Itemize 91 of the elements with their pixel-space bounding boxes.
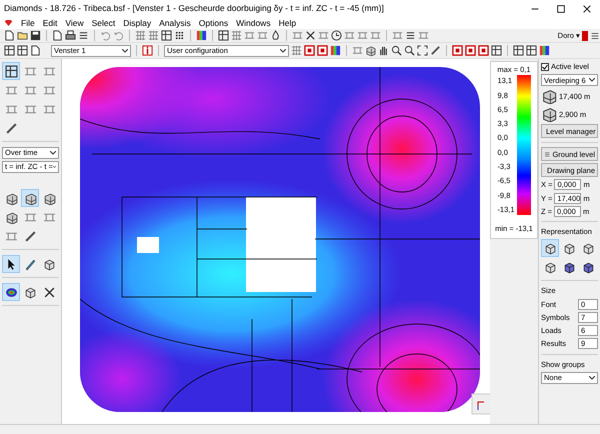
printer-icon[interactable] xyxy=(65,30,76,41)
frame-icon xyxy=(4,64,18,78)
beam-icon xyxy=(42,84,56,96)
beam-icon xyxy=(24,84,36,96)
beam-icon xyxy=(24,64,36,78)
menu-item[interactable]: File xyxy=(21,16,35,30)
building-icon xyxy=(4,210,18,224)
document-icon[interactable] xyxy=(30,45,41,56)
beam-icon xyxy=(24,102,36,116)
square-icon[interactable] xyxy=(452,45,463,56)
building-icon xyxy=(4,192,18,204)
square-icon[interactable] xyxy=(465,45,476,56)
building-icon xyxy=(24,192,36,204)
info-icon[interactable] xyxy=(142,45,153,56)
cube-icon xyxy=(582,260,594,274)
caret-icon xyxy=(122,48,128,52)
color-bar-icon[interactable] xyxy=(196,30,207,41)
cube-icon xyxy=(562,242,576,255)
grid-icon[interactable] xyxy=(291,45,302,56)
cube-icon xyxy=(582,242,594,255)
frame-icon[interactable] xyxy=(17,45,28,56)
color-bar-icon[interactable] xyxy=(539,45,550,56)
zoom-icon[interactable] xyxy=(404,45,415,56)
maximize-icon[interactable] xyxy=(556,4,566,14)
color-map-icon xyxy=(4,286,18,298)
frame-icon[interactable] xyxy=(513,45,524,56)
grid-icon[interactable] xyxy=(135,30,146,41)
clock-icon[interactable] xyxy=(331,30,342,41)
tool-button[interactable] xyxy=(2,283,20,301)
frame-icon[interactable] xyxy=(491,45,502,56)
square-icon[interactable] xyxy=(304,45,315,56)
caret-icon xyxy=(52,165,56,169)
beam-icon xyxy=(42,210,56,224)
window-title: Diamonds - 18.726 - Tribeca.bsf - [Venster 1 - Gescheurde doorbuiging δy - t = inf. ZC - t = -45 (mm)] xyxy=(4,2,385,15)
beam-icon xyxy=(24,210,36,224)
menu-item[interactable]: Options xyxy=(198,16,228,30)
cube-icon xyxy=(562,260,576,274)
frame-icon[interactable] xyxy=(161,30,172,41)
cube-icon xyxy=(24,286,36,298)
color-bar-icon[interactable] xyxy=(330,45,341,56)
caret-icon xyxy=(589,376,595,380)
building-icon[interactable] xyxy=(365,45,376,56)
zoom-icon[interactable] xyxy=(391,45,402,56)
cross-icon[interactable] xyxy=(305,30,316,41)
frame-icon[interactable] xyxy=(218,30,229,41)
opening xyxy=(137,237,159,253)
menu-item[interactable]: Analysis xyxy=(159,16,191,30)
caret-icon xyxy=(50,151,56,155)
beam-icon xyxy=(42,102,56,116)
color-swatch-icon[interactable] xyxy=(582,30,588,40)
beam-icon xyxy=(4,102,18,116)
building-icon xyxy=(42,192,56,204)
beam-icon[interactable] xyxy=(357,30,368,41)
caret-icon xyxy=(280,48,286,52)
close-icon[interactable] xyxy=(582,4,592,14)
list-icon xyxy=(544,150,550,159)
beam-icon[interactable] xyxy=(244,30,255,41)
grid-icon[interactable] xyxy=(231,30,242,41)
frame-icon[interactable] xyxy=(4,45,15,56)
menu-item[interactable]: View xyxy=(65,16,84,30)
beam-icon xyxy=(4,84,18,96)
active-level-checkbox[interactable] xyxy=(541,62,549,71)
square-icon[interactable] xyxy=(478,45,489,56)
cross-icon xyxy=(42,286,56,298)
beam-icon xyxy=(42,64,56,78)
tool-button[interactable] xyxy=(2,62,20,80)
dot-grid-icon[interactable] xyxy=(174,30,185,41)
cube-icon xyxy=(42,258,56,270)
building-icon xyxy=(541,106,557,122)
menu-item[interactable]: Windows xyxy=(236,16,271,30)
list-icon[interactable] xyxy=(78,30,89,41)
tool-button[interactable] xyxy=(21,189,39,207)
grid-icon[interactable] xyxy=(148,30,159,41)
list-icon[interactable] xyxy=(590,30,600,40)
frame-icon[interactable] xyxy=(526,45,537,56)
cube-icon xyxy=(544,242,556,255)
caret-icon xyxy=(589,78,595,82)
building-icon xyxy=(541,88,557,104)
beam-icon[interactable] xyxy=(370,30,381,41)
menu-item[interactable]: Select xyxy=(92,16,116,30)
menu-item[interactable]: Help xyxy=(278,16,296,30)
tool-button[interactable] xyxy=(2,255,20,273)
beam-icon xyxy=(4,230,18,242)
representation-button[interactable] xyxy=(541,239,559,258)
menu-item[interactable]: Display xyxy=(123,16,152,30)
expand-icon[interactable] xyxy=(417,45,428,56)
list-icon[interactable] xyxy=(405,30,416,41)
menu-item[interactable]: Edit xyxy=(42,16,58,30)
cube-icon xyxy=(544,260,556,274)
gem-logo-icon xyxy=(4,19,13,27)
square-icon[interactable] xyxy=(317,45,328,56)
